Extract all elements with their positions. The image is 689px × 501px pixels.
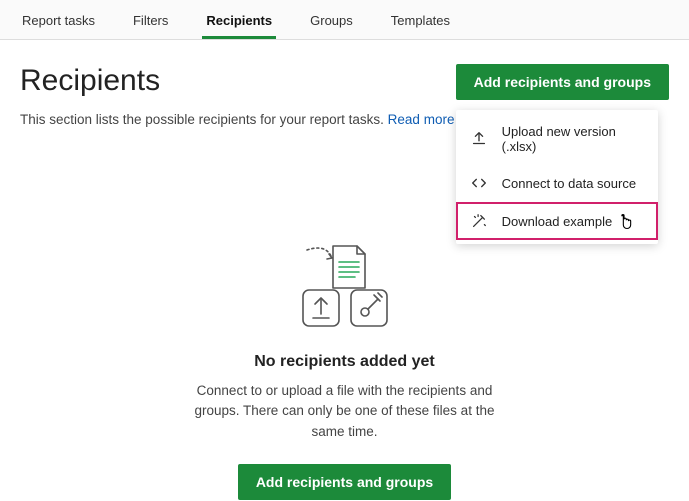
tab-bar: Report tasks Filters Recipients Groups T… <box>0 0 689 40</box>
upload-icon <box>470 130 488 148</box>
empty-state-text: Connect to or upload a file with the rec… <box>180 381 510 442</box>
tab-filters[interactable]: Filters <box>129 4 172 39</box>
empty-state-title: No recipients added yet <box>0 353 689 371</box>
dropdown-item-upload[interactable]: Upload new version (.xlsx) <box>456 114 658 164</box>
tab-templates[interactable]: Templates <box>387 4 454 39</box>
add-recipients-button-empty[interactable]: Add recipients and groups <box>238 464 451 500</box>
tab-groups[interactable]: Groups <box>306 4 357 39</box>
empty-state-illustration <box>0 240 689 335</box>
dropdown-item-label: Connect to data source <box>502 176 636 191</box>
empty-state: No recipients added yet Connect to or up… <box>0 240 689 500</box>
tab-report-tasks[interactable]: Report tasks <box>18 4 99 39</box>
dropdown-item-connect[interactable]: Connect to data source <box>456 164 658 202</box>
add-recipients-button[interactable]: Add recipients and groups <box>456 64 669 100</box>
dropdown-item-download-example[interactable]: Download example <box>456 202 658 240</box>
code-icon <box>470 174 488 192</box>
pointer-cursor-icon <box>616 212 638 234</box>
add-recipients-dropdown: Upload new version (.xlsx) Connect to da… <box>456 110 658 244</box>
dropdown-item-label: Download example <box>502 214 613 229</box>
tab-recipients[interactable]: Recipients <box>202 4 276 39</box>
subtitle-text: This section lists the possible recipien… <box>20 112 384 127</box>
read-more-label: Read more <box>388 112 455 127</box>
dropdown-item-label: Upload new version (.xlsx) <box>502 124 644 154</box>
wand-icon <box>470 212 488 230</box>
